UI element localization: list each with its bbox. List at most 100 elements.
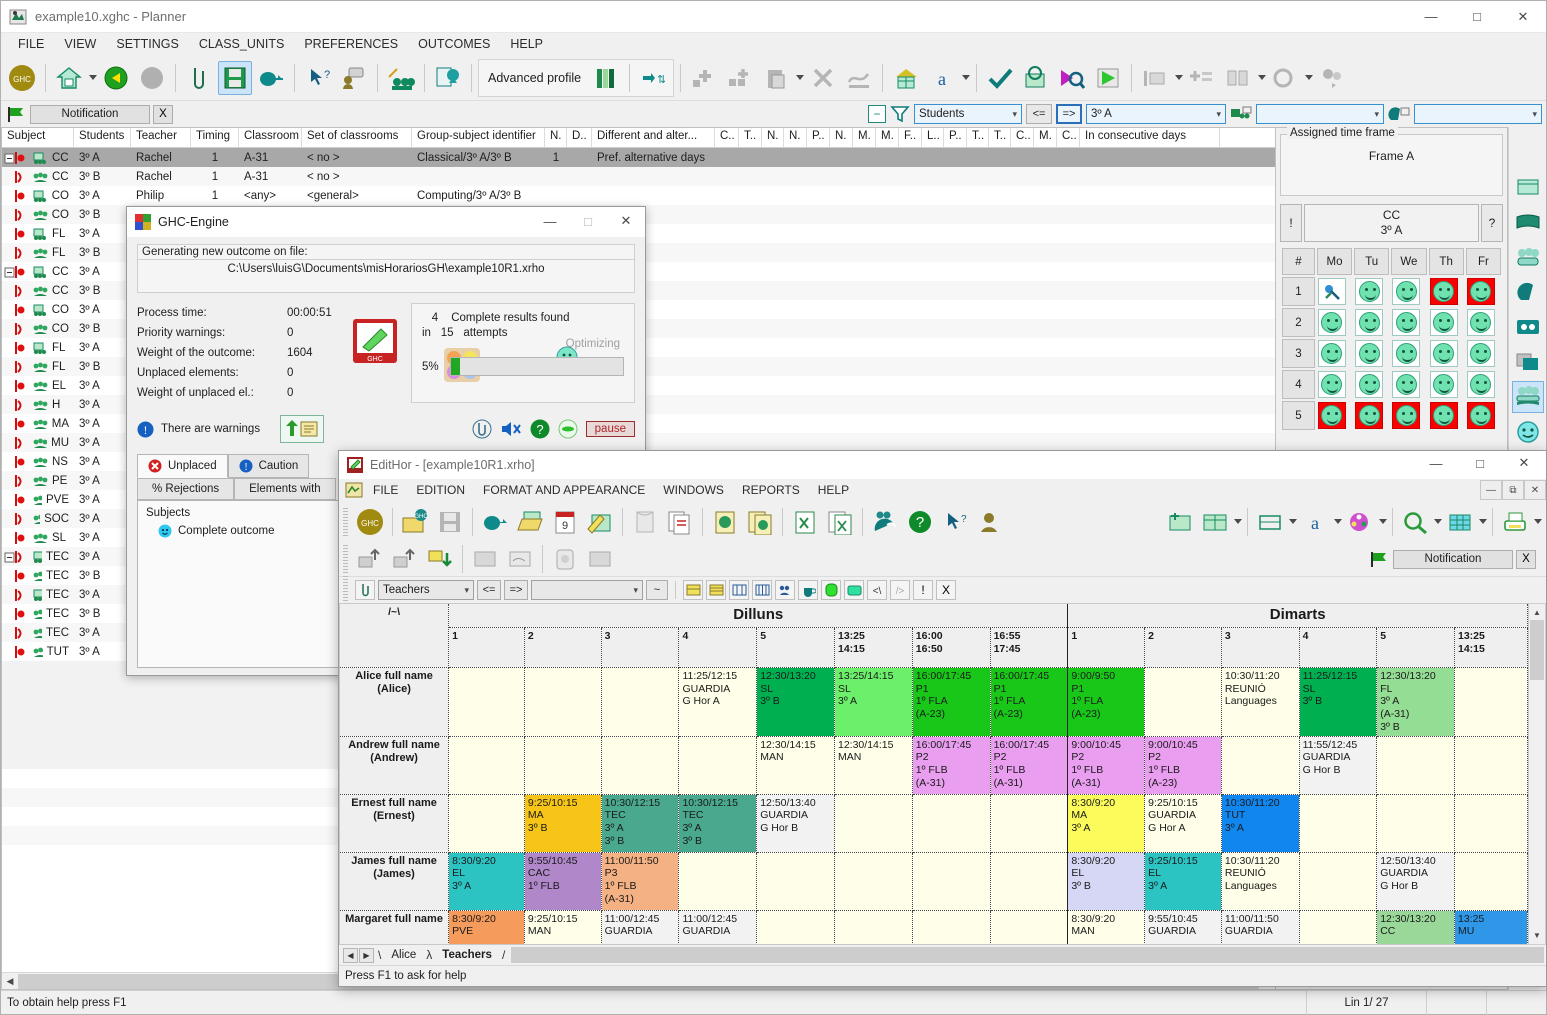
- table-view-caret-icon[interactable]: [1234, 519, 1242, 525]
- open-ghc-file-icon[interactable]: GHC: [398, 505, 432, 539]
- schedule-vscrollbar[interactable]: ▲ ▼: [1529, 603, 1546, 945]
- schedule-session-cell[interactable]: [990, 794, 1069, 853]
- cell-students[interactable]: 3º A: [74, 588, 131, 602]
- edithor-export-icon[interactable]: [478, 505, 512, 539]
- move-up-block-icon[interactable]: [353, 542, 387, 576]
- schedule-session-cell[interactable]: [1299, 910, 1378, 944]
- pref-slot-cell[interactable]: [1466, 308, 1501, 337]
- pref-slot-cell[interactable]: [1466, 401, 1501, 430]
- grid-col-header[interactable]: Timing: [191, 128, 239, 147]
- row-group-marker[interactable]: [2, 398, 28, 412]
- edithor-menu-file[interactable]: FILE: [365, 481, 406, 499]
- schedule-period-header[interactable]: 16:00 16:50: [912, 627, 991, 668]
- zoom-icon[interactable]: [1398, 505, 1432, 539]
- publish-web-icon[interactable]: [868, 505, 902, 539]
- table-view-icon[interactable]: [1198, 505, 1232, 539]
- cell-subject[interactable]: TUT: [28, 645, 74, 659]
- edithor-save-icon[interactable]: [433, 505, 467, 539]
- pref-slot-cell[interactable]: [1429, 370, 1464, 399]
- row-group-marker[interactable]: [2, 626, 28, 640]
- schedule-session-cell[interactable]: [834, 910, 913, 944]
- view-grid-2-icon[interactable]: [706, 580, 726, 601]
- schedule-session-cell[interactable]: 10:30/11:20 TUT 3º A: [1221, 794, 1300, 853]
- smiley-preferences-icon[interactable]: [1512, 416, 1544, 448]
- schedule-table[interactable]: /~\ Dilluns Dimarts 1 2 3 4 5 13:25 14:15 16:00 16:…: [340, 604, 1528, 944]
- group-select[interactable]: 3º A ▾: [1086, 104, 1226, 124]
- schedule-session-cell[interactable]: [601, 667, 680, 737]
- cell-teacher[interactable]: Philip: [131, 189, 191, 203]
- check-icon[interactable]: [983, 61, 1017, 95]
- edithor-next-button[interactable]: =>: [504, 580, 528, 601]
- cell-subject[interactable]: H: [28, 398, 74, 412]
- cell-teacher[interactable]: Rachel: [131, 170, 191, 184]
- schedule-session-cell[interactable]: 12:30/13:20 FL 3º A (A-31) 3º B: [1376, 667, 1455, 737]
- warning-button[interactable]: !: [1280, 204, 1302, 242]
- grid-col-header[interactable]: P..: [807, 128, 830, 147]
- save-icon[interactable]: [218, 60, 252, 95]
- pref-slot-cell[interactable]: [1391, 401, 1426, 430]
- cell-subject[interactable]: MA: [28, 417, 74, 431]
- view-grid-4-icon[interactable]: [752, 580, 772, 601]
- ghc-minimize-button[interactable]: —: [531, 206, 569, 236]
- grid-col-header[interactable]: P..: [944, 128, 967, 147]
- cell-timing[interactable]: 1: [191, 151, 239, 165]
- grid-col-header[interactable]: C..: [1057, 128, 1080, 147]
- cell-subject[interactable]: CO: [28, 322, 74, 336]
- schedule-session-cell[interactable]: 8:30/9:20 PVE: [448, 910, 525, 944]
- close-button[interactable]: ✕: [1500, 1, 1546, 33]
- row-height-icon[interactable]: [1253, 505, 1287, 539]
- tab-elements-with[interactable]: Elements with: [234, 478, 336, 500]
- students-group-icon[interactable]: [1512, 241, 1544, 273]
- schedule-session-cell[interactable]: [1299, 852, 1378, 911]
- zoom-caret-icon[interactable]: [1434, 519, 1442, 525]
- pref-slot-cell[interactable]: [1391, 308, 1426, 337]
- scroll-up-icon[interactable]: ▲: [1529, 604, 1545, 620]
- cell-subject[interactable]: TEC: [28, 569, 74, 583]
- cell-students[interactable]: 3º A: [74, 436, 131, 450]
- schedule-teacher-name[interactable]: Alice full name (Alice): [340, 667, 450, 737]
- user-chat-icon[interactable]: [337, 61, 371, 95]
- cell-subject[interactable]: MU: [28, 436, 74, 450]
- cell-n[interactable]: [545, 176, 567, 178]
- ghc-close-button[interactable]: ✕: [607, 206, 645, 236]
- grid-col-header[interactable]: N.: [762, 128, 784, 147]
- ghc-help-icon[interactable]: ?: [530, 419, 550, 439]
- tab-caution[interactable]: ! Caution: [227, 454, 310, 478]
- schedule-session-cell[interactable]: 9:00/10:45 P2 1º FLB (A-23): [1144, 736, 1222, 795]
- pref-slot-cell[interactable]: [1354, 339, 1389, 368]
- schedule-session-cell[interactable]: [756, 852, 835, 911]
- grid-col-header[interactable]: T..: [739, 128, 762, 147]
- cell-students[interactable]: 3º B: [74, 322, 131, 336]
- schedule-session-cell[interactable]: 8:30/9:20 MAN: [1067, 910, 1146, 944]
- html-export-icon[interactable]: [708, 505, 742, 539]
- pref-slot-cell[interactable]: [1429, 401, 1464, 430]
- schedule-session-cell[interactable]: 12:30/13:20 SL 3º B: [756, 667, 835, 737]
- grid-col-header[interactable]: C..: [1011, 128, 1034, 147]
- row-group-marker[interactable]: [2, 189, 28, 203]
- edithor-menu-help[interactable]: HELP: [810, 481, 857, 499]
- row-group-marker[interactable]: [2, 493, 28, 507]
- pref-slot-cell[interactable]: [1354, 401, 1389, 430]
- grid-col-header[interactable]: Subject: [2, 128, 74, 147]
- menu-item-file[interactable]: FILE: [9, 35, 53, 53]
- cell-subject[interactable]: CO: [28, 189, 74, 203]
- cell-students[interactable]: 3º B: [74, 360, 131, 374]
- cell-students[interactable]: 3º A: [74, 227, 131, 241]
- cell-set-of-classrooms[interactable]: < no >: [302, 170, 412, 184]
- cell-subject[interactable]: PVE: [28, 493, 74, 507]
- row-group-marker[interactable]: [2, 265, 28, 279]
- schedule-period-header[interactable]: 1: [448, 627, 525, 668]
- grid-col-header[interactable]: In consecutive days: [1080, 128, 1220, 147]
- home-dropdown-caret-icon[interactable]: [89, 75, 97, 80]
- schedule-session-cell[interactable]: 9:55/10:45 GUARDIA: [1144, 910, 1222, 944]
- pref-slot-cell[interactable]: [1317, 401, 1352, 430]
- schedule-session-cell[interactable]: [912, 852, 991, 911]
- cell-d[interactable]: [567, 195, 592, 197]
- cell-students[interactable]: 3º A: [74, 645, 131, 659]
- open-folder-grid-icon[interactable]: [513, 505, 547, 539]
- bracket-left-icon[interactable]: <\: [867, 580, 887, 601]
- schedule-session-cell[interactable]: [1299, 794, 1378, 853]
- menu-item-outcomes[interactable]: OUTCOMES: [409, 35, 499, 53]
- sheet-tab-prev[interactable]: ◀: [343, 947, 358, 963]
- pref-slot-cell[interactable]: [1317, 339, 1352, 368]
